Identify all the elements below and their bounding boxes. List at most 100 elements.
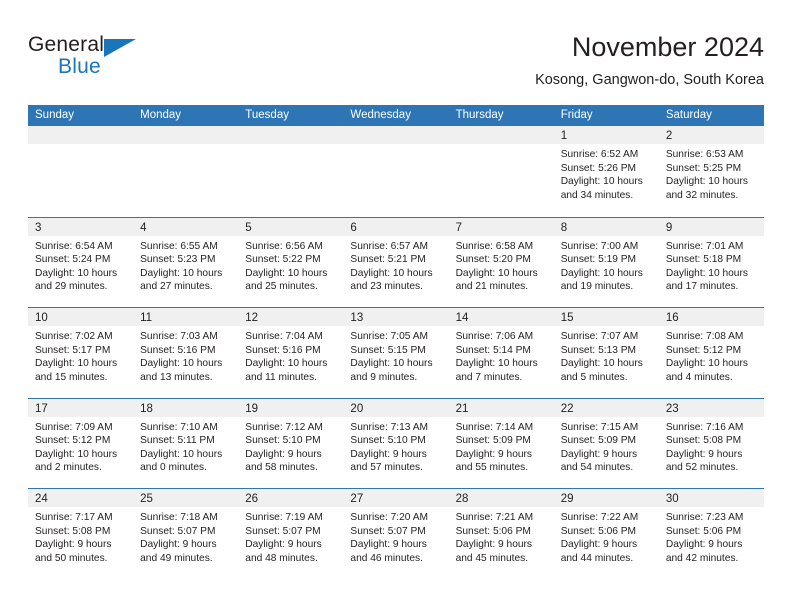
day-details: Sunrise: 7:15 AM Sunset: 5:09 PM Daylight:… bbox=[554, 417, 659, 475]
calendar-day-cell-empty bbox=[238, 126, 344, 217]
day-number-band: 14 bbox=[448, 308, 554, 326]
sunset-text: Sunset: 5:07 PM bbox=[140, 525, 216, 537]
sunset-text: Sunset: 5:10 PM bbox=[350, 435, 426, 447]
sunrise-text: Sunrise: 7:15 AM bbox=[560, 421, 639, 433]
calendar-day-cell[interactable]: 29 Sunrise: 7:22 AM Sunset: 5:06 PM Dayligh… bbox=[553, 489, 659, 579]
day-number: 27 bbox=[350, 493, 364, 505]
daylight-text: Daylight: 10 hours and 7 minutes. bbox=[455, 358, 538, 383]
calendar-day-cell[interactable]: 5 Sunrise: 6:56 AM Sunset: 5:22 PM Daylight… bbox=[238, 217, 344, 307]
calendar-day-cell[interactable]: 7 Sunrise: 6:58 AM Sunset: 5:20 PM Daylight… bbox=[448, 217, 554, 307]
day-number-band bbox=[343, 126, 449, 144]
daylight-text: Daylight: 10 hours and 13 minutes. bbox=[140, 358, 223, 383]
day-number: 7 bbox=[455, 221, 462, 234]
sunrise-text: Sunrise: 6:53 AM bbox=[665, 149, 744, 160]
day-details: Sunrise: 7:00 AM Sunset: 5:19 PM Daylight:… bbox=[554, 236, 659, 294]
sunrise-text: Sunrise: 7:07 AM bbox=[560, 331, 639, 342]
calendar-day-cell[interactable]: 4 Sunrise: 6:55 AM Sunset: 5:23 PM Daylight… bbox=[133, 217, 239, 307]
general-blue-logo: General Blue bbox=[28, 33, 178, 85]
day-number: 3 bbox=[35, 221, 42, 234]
sunset-text: Sunset: 5:11 PM bbox=[140, 435, 215, 447]
day-details: Sunrise: 7:18 AM Sunset: 5:07 PM Daylight:… bbox=[133, 507, 238, 565]
calendar-day-cell[interactable]: 24 Sunrise: 7:17 AM Sunset: 5:08 PM Dayligh… bbox=[28, 489, 134, 579]
sunset-text: Sunset: 5:22 PM bbox=[245, 254, 321, 266]
day-number-band: 9 bbox=[658, 217, 764, 236]
sunrise-text: Sunrise: 7:06 AM bbox=[455, 331, 534, 342]
sunset-text: Sunset: 5:19 PM bbox=[560, 254, 637, 266]
day-details: Sunrise: 7:09 AM Sunset: 5:12 PM Daylight:… bbox=[28, 417, 133, 475]
daylight-text: Daylight: 9 hours and 49 minutes. bbox=[140, 539, 217, 564]
day-number: 11 bbox=[140, 312, 153, 324]
sunset-text: Sunset: 5:17 PM bbox=[35, 344, 111, 356]
day-number-band: 23 bbox=[658, 398, 764, 417]
calendar-day-cell[interactable]: 18 Sunrise: 7:10 AM Sunset: 5:11 PM Dayligh… bbox=[133, 398, 239, 488]
calendar-day-cell[interactable]: 20 Sunrise: 7:13 AM Sunset: 5:10 PM Dayligh… bbox=[343, 398, 449, 488]
calendar-day-cell[interactable]: 16 Sunrise: 7:08 AM Sunset: 5:12 PM Dayligh… bbox=[658, 308, 764, 398]
daylight-text: Daylight: 10 hours and 9 minutes. bbox=[350, 358, 433, 383]
calendar-day-cell[interactable]: 1 Sunrise: 6:52 AM Sunset: 5:26 PM Daylight… bbox=[553, 126, 659, 217]
day-number: 1 bbox=[560, 130, 568, 142]
daylight-text: Daylight: 10 hours and 19 minutes. bbox=[560, 267, 643, 293]
calendar-week-row: 10 Sunrise: 7:02 AM Sunset: 5:17 PM Dayligh… bbox=[28, 307, 764, 398]
daylight-text: Daylight: 9 hours and 57 minutes. bbox=[350, 448, 427, 474]
calendar-day-cell[interactable]: 15 Sunrise: 7:07 AM Sunset: 5:13 PM Dayligh… bbox=[553, 308, 659, 398]
sunset-text: Sunset: 5:06 PM bbox=[665, 525, 742, 537]
calendar-day-cell[interactable]: 9 Sunrise: 7:01 AM Sunset: 5:18 PM Daylight… bbox=[658, 217, 764, 307]
calendar-day-cell[interactable]: 13 Sunrise: 7:05 AM Sunset: 5:15 PM Dayligh… bbox=[343, 308, 449, 398]
daylight-text: Daylight: 9 hours and 45 minutes. bbox=[455, 539, 533, 564]
calendar-day-cell-empty bbox=[133, 126, 239, 217]
daylight-text: Daylight: 10 hours and 0 minutes. bbox=[140, 448, 223, 474]
day-details: Sunrise: 7:07 AM Sunset: 5:13 PM Daylight:… bbox=[554, 326, 659, 384]
sunrise-text: Sunrise: 7:14 AM bbox=[455, 421, 534, 433]
sunset-text: Sunset: 5:10 PM bbox=[245, 435, 321, 447]
calendar-day-cell[interactable]: 14 Sunrise: 7:06 AM Sunset: 5:14 PM Dayligh… bbox=[448, 308, 554, 398]
calendar-weeks: 1 Sunrise: 6:52 AM Sunset: 5:26 PM Daylight… bbox=[28, 126, 764, 579]
calendar-day-cell[interactable]: 28 Sunrise: 7:21 AM Sunset: 5:06 PM Dayligh… bbox=[448, 489, 554, 579]
day-number-band: 2 bbox=[658, 126, 764, 144]
sunset-text: Sunset: 5:26 PM bbox=[560, 162, 637, 174]
day-number: 16 bbox=[665, 312, 679, 324]
sunset-text: Sunset: 5:12 PM bbox=[35, 435, 111, 447]
calendar-day-cell[interactable]: 27 Sunrise: 7:20 AM Sunset: 5:07 PM Dayligh… bbox=[343, 489, 449, 579]
day-number: 5 bbox=[245, 221, 252, 234]
day-number: 13 bbox=[350, 312, 364, 324]
day-number-band: 17 bbox=[28, 398, 134, 417]
calendar-day-cell[interactable]: 17 Sunrise: 7:09 AM Sunset: 5:12 PM Dayligh… bbox=[28, 398, 134, 488]
calendar-day-cell[interactable]: 23 Sunrise: 7:16 AM Sunset: 5:08 PM Dayligh… bbox=[658, 398, 764, 488]
calendar-day-cell[interactable]: 19 Sunrise: 7:12 AM Sunset: 5:10 PM Dayligh… bbox=[238, 398, 344, 488]
calendar-day-cell[interactable]: 3 Sunrise: 6:54 AM Sunset: 5:24 PM Daylight… bbox=[28, 217, 134, 307]
day-number-band: 10 bbox=[28, 308, 134, 326]
daylight-text: Daylight: 10 hours and 4 minutes. bbox=[665, 358, 748, 383]
day-number-band: 6 bbox=[343, 217, 449, 236]
page-title: November 2024 bbox=[571, 32, 764, 62]
daylight-text: Daylight: 9 hours and 54 minutes. bbox=[560, 448, 638, 474]
calendar-day-cell[interactable]: 30 Sunrise: 7:23 AM Sunset: 5:06 PM Dayligh… bbox=[658, 489, 764, 579]
calendar-day-cell[interactable]: 22 Sunrise: 7:15 AM Sunset: 5:09 PM Dayligh… bbox=[553, 398, 659, 488]
calendar-day-cell[interactable]: 2 Sunrise: 6:53 AM Sunset: 5:25 PM Daylight… bbox=[658, 126, 764, 217]
day-details bbox=[449, 144, 554, 148]
day-details: Sunrise: 6:55 AM Sunset: 5:23 PM Daylight:… bbox=[133, 236, 238, 294]
sunrise-text: Sunrise: 7:08 AM bbox=[665, 331, 744, 342]
calendar-week-row: 1 Sunrise: 6:52 AM Sunset: 5:26 PM Daylight… bbox=[28, 126, 764, 217]
sunset-text: Sunset: 5:06 PM bbox=[455, 525, 531, 537]
logo-text-general: General bbox=[28, 33, 105, 56]
day-details: Sunrise: 7:22 AM Sunset: 5:06 PM Daylight:… bbox=[554, 507, 659, 565]
day-details: Sunrise: 7:16 AM Sunset: 5:08 PM Daylight:… bbox=[659, 417, 764, 475]
calendar-day-cell[interactable]: 10 Sunrise: 7:02 AM Sunset: 5:17 PM Dayligh… bbox=[28, 308, 134, 398]
sunset-text: Sunset: 5:06 PM bbox=[560, 525, 637, 537]
daylight-text: Daylight: 10 hours and 11 minutes. bbox=[245, 358, 328, 383]
day-number: 14 bbox=[455, 312, 469, 324]
calendar-day-cell[interactable]: 25 Sunrise: 7:18 AM Sunset: 5:07 PM Dayligh… bbox=[133, 489, 239, 579]
day-details: Sunrise: 7:10 AM Sunset: 5:11 PM Daylight:… bbox=[133, 417, 238, 475]
sunrise-text: Sunrise: 7:23 AM bbox=[665, 512, 744, 523]
calendar-day-cell[interactable]: 8 Sunrise: 7:00 AM Sunset: 5:19 PM Daylight… bbox=[553, 217, 659, 307]
calendar-day-cell[interactable]: 11 Sunrise: 7:03 AM Sunset: 5:16 PM Dayligh… bbox=[133, 308, 239, 398]
calendar-day-cell[interactable]: 26 Sunrise: 7:19 AM Sunset: 5:07 PM Dayligh… bbox=[238, 489, 344, 579]
daylight-text: Daylight: 9 hours and 52 minutes. bbox=[665, 448, 743, 474]
calendar-day-cell[interactable]: 21 Sunrise: 7:14 AM Sunset: 5:09 PM Dayligh… bbox=[448, 398, 554, 488]
sunset-text: Sunset: 5:20 PM bbox=[455, 254, 531, 266]
sunrise-text: Sunrise: 7:21 AM bbox=[455, 512, 534, 523]
day-number: 10 bbox=[35, 312, 48, 324]
calendar-day-cell[interactable]: 12 Sunrise: 7:04 AM Sunset: 5:16 PM Dayligh… bbox=[238, 308, 344, 398]
calendar-day-cell[interactable]: 6 Sunrise: 6:57 AM Sunset: 5:21 PM Daylight… bbox=[343, 217, 449, 307]
day-number-band: 8 bbox=[553, 217, 659, 236]
